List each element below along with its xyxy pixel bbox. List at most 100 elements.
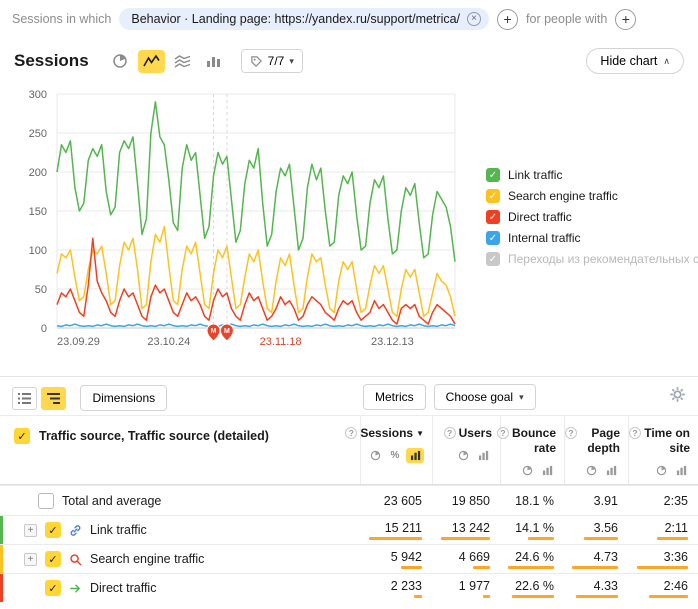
bars-mode-icon[interactable] <box>602 463 620 478</box>
legend-item[interactable]: ✓ Search engine traffic <box>486 189 698 203</box>
help-icon[interactable]: ? <box>565 427 577 439</box>
line-chart-icon[interactable] <box>138 50 165 73</box>
row-label[interactable]: Link traffic <box>90 523 147 537</box>
expand-icon[interactable]: + <box>24 524 37 537</box>
legend-checkbox[interactable]: ✓ <box>486 252 500 266</box>
pie-mode-icon[interactable] <box>652 463 670 478</box>
svg-text:23.12.13: 23.12.13 <box>371 336 414 348</box>
value-bar <box>401 566 422 569</box>
filter-prefix-label: Sessions in which <box>12 12 111 26</box>
dimensions-button[interactable]: Dimensions <box>80 385 167 411</box>
pie-mode-icon[interactable] <box>518 463 536 478</box>
legend-checkbox[interactable]: ✓ <box>486 210 500 224</box>
legend-item[interactable]: ✓ Direct traffic <box>486 210 698 224</box>
choose-goal-button[interactable]: Choose goal ▾ <box>434 384 536 410</box>
row-checkbox[interactable]: ✓ <box>45 580 61 596</box>
cell-value: 18.1 % <box>515 494 554 508</box>
svg-text:200: 200 <box>29 167 47 179</box>
svg-text:150: 150 <box>29 206 47 218</box>
table-row-total[interactable]: Total and average 23 605 19 850 18.1 % 3… <box>0 485 698 515</box>
bar-chart-icon[interactable] <box>200 50 227 73</box>
filter-chip[interactable]: Behavior · Landing page: https://yandex.… <box>119 8 489 30</box>
cell-value: 14.1 % <box>515 521 554 535</box>
svg-text:М: М <box>224 328 230 335</box>
add-people-filter-button[interactable]: + <box>615 9 636 30</box>
sessions-chart[interactable]: 05010015020025030023.09.2923.10.2423.11.… <box>0 82 480 354</box>
value-bar <box>657 537 688 540</box>
value-bar <box>576 595 618 598</box>
svg-text:23.10.24: 23.10.24 <box>147 336 190 348</box>
row-checkbox[interactable]: ✓ <box>45 522 61 538</box>
legend-label: Internal traffic <box>508 231 580 245</box>
tree-view-icon[interactable] <box>41 387 66 410</box>
table-row-search-traffic[interactable]: + ✓ Search engine traffic 5 942 4 669 24… <box>0 544 698 573</box>
legend-item[interactable]: ✓ Internal traffic <box>486 231 698 245</box>
bars-mode-icon[interactable] <box>672 463 690 478</box>
stacked-chart-icon[interactable] <box>169 50 196 73</box>
help-icon[interactable]: ? <box>629 427 641 439</box>
close-icon[interactable]: × <box>467 12 481 26</box>
table-group-title: Traffic source, Traffic source (detailed… <box>39 428 269 443</box>
percent-mode-icon[interactable]: % <box>386 448 404 463</box>
legend-item[interactable]: ✓ Переходы из рекомендательных систем <box>486 252 698 266</box>
column-header-sessions[interactable]: ? Sessions ▼ % <box>360 416 432 484</box>
column-header-bounce-rate[interactable]: ? Bounce rate <box>500 416 564 484</box>
cell-value: 5 942 <box>391 550 422 564</box>
help-icon[interactable]: ? <box>444 427 456 439</box>
row-checkbox[interactable] <box>38 493 54 509</box>
value-bar <box>473 566 490 569</box>
row-label[interactable]: Search engine traffic <box>90 552 204 566</box>
metrics-label: Metrics <box>375 390 414 404</box>
value-bar <box>528 537 554 540</box>
gear-icon[interactable] <box>669 386 686 406</box>
bars-mode-icon[interactable] <box>406 448 424 463</box>
segments-dropdown[interactable]: 7/7 ▾ <box>241 49 303 73</box>
bars-mode-icon[interactable] <box>538 463 556 478</box>
value-bar <box>508 566 554 569</box>
help-icon[interactable]: ? <box>345 427 357 439</box>
hide-chart-button[interactable]: Hide chart ∧ <box>586 48 684 74</box>
choose-goal-label: Choose goal <box>446 390 513 404</box>
expand-icon[interactable]: + <box>24 553 37 566</box>
chart-area: 05010015020025030023.09.2923.10.2423.11.… <box>0 78 698 360</box>
bars-mode-icon[interactable] <box>474 448 492 463</box>
svg-text:300: 300 <box>29 89 47 101</box>
pie-mode-icon[interactable] <box>454 448 472 463</box>
sort-desc-icon: ▼ <box>416 429 424 439</box>
cell-value: 23 605 <box>384 494 422 508</box>
cell-value: 3.91 <box>594 494 618 508</box>
column-header-time-on-site[interactable]: ? Time on site <box>628 416 698 484</box>
pie-chart-icon[interactable] <box>107 50 134 73</box>
legend-checkbox[interactable]: ✓ <box>486 189 500 203</box>
column-label: Bounce rate <box>512 426 556 456</box>
table-row-link-traffic[interactable]: + ✓ Link traffic 15 211 13 242 14.1 % 3.… <box>0 515 698 544</box>
list-view-icon[interactable] <box>12 387 37 410</box>
svg-text:0: 0 <box>41 323 47 335</box>
row-label[interactable]: Direct traffic <box>90 581 156 595</box>
help-icon[interactable]: ? <box>497 427 509 439</box>
column-header-page-depth[interactable]: ? Page depth <box>564 416 628 484</box>
pie-mode-icon[interactable] <box>366 448 384 463</box>
value-bar <box>637 566 688 569</box>
chart-header: Sessions 7/7 ▾ Hide chart ∧ <box>0 38 698 78</box>
value-bar <box>572 566 618 569</box>
row-checkbox[interactable]: ✓ <box>45 551 61 567</box>
table-row-direct-traffic[interactable]: ✓ Direct traffic 2 233 1 977 22.6 % 4.33… <box>0 573 698 602</box>
legend-checkbox[interactable]: ✓ <box>486 231 500 245</box>
column-label: Page depth <box>580 426 620 456</box>
legend-label: Переходы из рекомендательных систем <box>508 252 698 266</box>
legend-item[interactable]: ✓ Link traffic <box>486 168 698 182</box>
plus-icon: + <box>503 11 511 27</box>
select-all-checkbox[interactable]: ✓ <box>14 428 30 444</box>
column-header-users[interactable]: ? Users <box>432 416 500 484</box>
pie-mode-icon[interactable] <box>582 463 600 478</box>
legend-checkbox[interactable]: ✓ <box>486 168 500 182</box>
metrics-button[interactable]: Metrics <box>363 384 426 410</box>
value-bar <box>483 595 490 598</box>
value-bar <box>512 595 554 598</box>
page-title: Sessions <box>14 51 89 71</box>
cell-value: 22.6 % <box>515 579 554 593</box>
row-label: Total and average <box>62 494 161 508</box>
cell-value: 19 850 <box>452 494 490 508</box>
add-session-filter-button[interactable]: + <box>497 9 518 30</box>
